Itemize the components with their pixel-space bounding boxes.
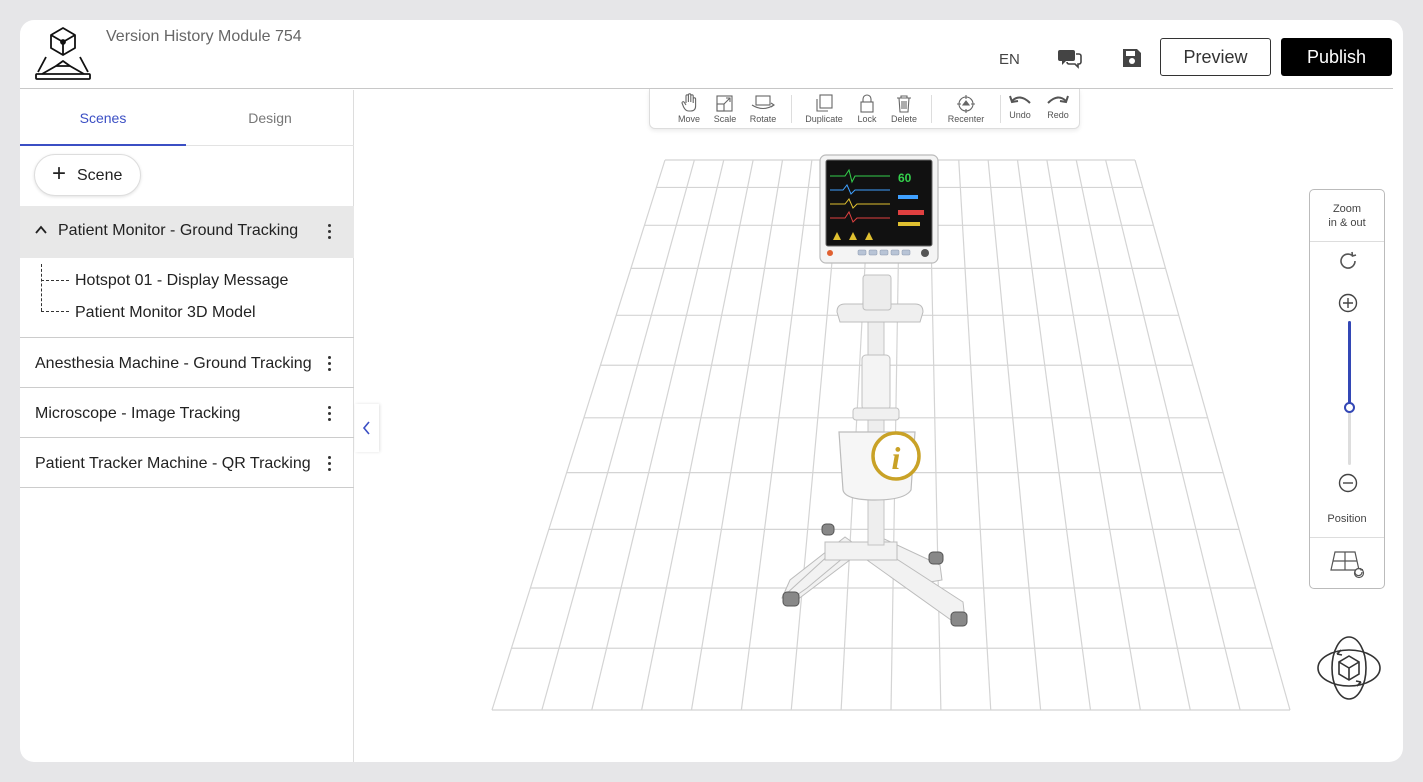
ar-cube-logo-icon	[35, 27, 91, 80]
collapse-sidebar-button[interactable]	[355, 404, 379, 452]
position-label: Position	[1327, 513, 1367, 525]
refresh-icon[interactable]	[1337, 250, 1359, 272]
scene-item-label: Patient Monitor - Ground Tracking	[58, 222, 299, 239]
app-frame: Version History Module 754 EN Preview Pu…	[20, 20, 1403, 762]
tool-label: Redo	[1047, 110, 1069, 120]
chevron-up-icon[interactable]	[34, 223, 48, 237]
more-options-icon[interactable]	[328, 224, 332, 240]
duplicate-tool-button[interactable]: Duplicate	[800, 93, 848, 124]
recenter-icon	[957, 95, 975, 113]
more-options-icon[interactable]	[328, 356, 332, 372]
tree-connector	[41, 264, 42, 311]
zoom-slider[interactable]	[1344, 321, 1355, 465]
floppy-disk-icon[interactable]	[1120, 47, 1144, 69]
redo-button[interactable]: Redo	[1044, 93, 1072, 120]
scene-item-label: Anesthesia Machine - Ground Tracking	[35, 355, 312, 372]
scene-child-item[interactable]: Patient Monitor 3D Model	[75, 304, 256, 322]
sidebar-tabs: Scenes Design	[20, 90, 354, 146]
scale-tool-button[interactable]: Scale	[710, 93, 740, 124]
scene-item-label: Microscope - Image Tracking	[35, 405, 241, 422]
grid-line	[1134, 159, 1291, 711]
page-title: Version History Module 754	[106, 28, 302, 45]
scene-item[interactable]: Microscope - Image Tracking	[20, 388, 354, 438]
duplicate-icon	[816, 94, 833, 112]
more-options-icon[interactable]	[328, 456, 332, 472]
redo-icon	[1047, 95, 1069, 104]
delete-tool-button[interactable]: Delete	[888, 93, 920, 124]
svg-text:i: i	[892, 440, 901, 476]
rotate-tool-button[interactable]: Rotate	[746, 93, 780, 124]
move-tool-button[interactable]: Move	[674, 93, 704, 124]
add-scene-label: Scene	[77, 167, 123, 184]
lock-icon	[860, 94, 874, 113]
rotate-icon	[751, 95, 775, 110]
tree-connector	[41, 280, 69, 281]
recenter-tool-button[interactable]: Recenter	[942, 93, 990, 124]
tool-label: Scale	[713, 114, 737, 124]
hand-icon	[681, 93, 697, 112]
info-icon[interactable]: i	[871, 431, 921, 481]
lock-tool-button[interactable]: Lock	[852, 93, 882, 124]
tool-label: Move	[677, 114, 700, 124]
scene-children-list: Hotspot 01 - Display Message Patient Mon…	[20, 258, 354, 338]
grid-line	[1016, 159, 1092, 711]
monitor-hr-readout: 60	[898, 171, 912, 185]
tool-label: Duplicate	[805, 114, 843, 124]
panel-divider	[1310, 241, 1384, 242]
grid-line	[491, 159, 666, 711]
tree-connector	[41, 311, 69, 312]
minus-circle-icon[interactable]	[1338, 473, 1358, 493]
scale-icon	[716, 95, 733, 112]
grid-line	[958, 159, 992, 711]
scene-item-active[interactable]: Patient Monitor - Ground Tracking	[20, 206, 354, 258]
scene-viewport[interactable]: 60 i	[355, 90, 1403, 762]
preview-button[interactable]: Preview	[1160, 38, 1271, 76]
add-scene-button[interactable]: + Scene	[34, 154, 141, 196]
grid-line	[987, 159, 1042, 711]
grid-line	[740, 159, 813, 711]
undo-button[interactable]: Undo	[1006, 93, 1034, 120]
zoom-title-line: Zoom	[1332, 203, 1362, 215]
tab-design[interactable]: Design	[187, 90, 353, 146]
zoom-slider-fill	[1348, 321, 1351, 407]
chevron-left-icon	[362, 421, 370, 435]
more-options-icon[interactable]	[328, 406, 332, 422]
language-selector[interactable]: EN	[999, 51, 1020, 68]
toolbar-divider	[791, 95, 792, 123]
scene-item[interactable]: Patient Tracker Machine - QR Tracking	[20, 438, 354, 488]
tab-scenes[interactable]: Scenes	[20, 90, 186, 146]
zoom-slider-thumb[interactable]	[1344, 402, 1355, 413]
toolbar-divider	[931, 95, 932, 123]
floor-reset-icon[interactable]	[1329, 550, 1367, 580]
tool-label: Delete	[890, 114, 917, 124]
tool-label: Undo	[1009, 110, 1031, 120]
chat-icon[interactable]	[1058, 47, 1082, 69]
scene-item-label: Patient Tracker Machine - QR Tracking	[35, 455, 311, 472]
app-header: Version History Module 754 EN Preview Pu…	[20, 20, 1393, 89]
toolbar-divider	[1000, 95, 1001, 123]
plus-icon: +	[52, 160, 67, 187]
scene-item[interactable]: Anesthesia Machine - Ground Tracking	[20, 338, 354, 388]
plus-circle-icon[interactable]	[1338, 293, 1358, 313]
grid-line	[541, 159, 695, 711]
scene-child-item[interactable]: Hotspot 01 - Display Message	[75, 272, 288, 290]
tool-label: Rotate	[749, 114, 777, 124]
publish-button[interactable]: Publish	[1281, 38, 1392, 76]
trash-icon	[897, 95, 911, 113]
undo-icon	[1009, 95, 1031, 104]
zoom-panel-title: Zoom in & out	[1310, 202, 1384, 230]
tool-label: Recenter	[947, 114, 985, 124]
scenes-sidebar: Scenes Design + Scene Patient Monitor - …	[20, 90, 354, 762]
zoom-title-line: in & out	[1328, 217, 1366, 229]
tool-label: Lock	[857, 114, 877, 124]
panel-divider	[1310, 537, 1384, 538]
orbit-cube-icon[interactable]	[1315, 634, 1383, 702]
transform-toolbar: Move Scale Rotate Duplicate Lock Delete …	[649, 89, 1080, 129]
zoom-panel: Zoom in & out Position	[1309, 189, 1385, 589]
